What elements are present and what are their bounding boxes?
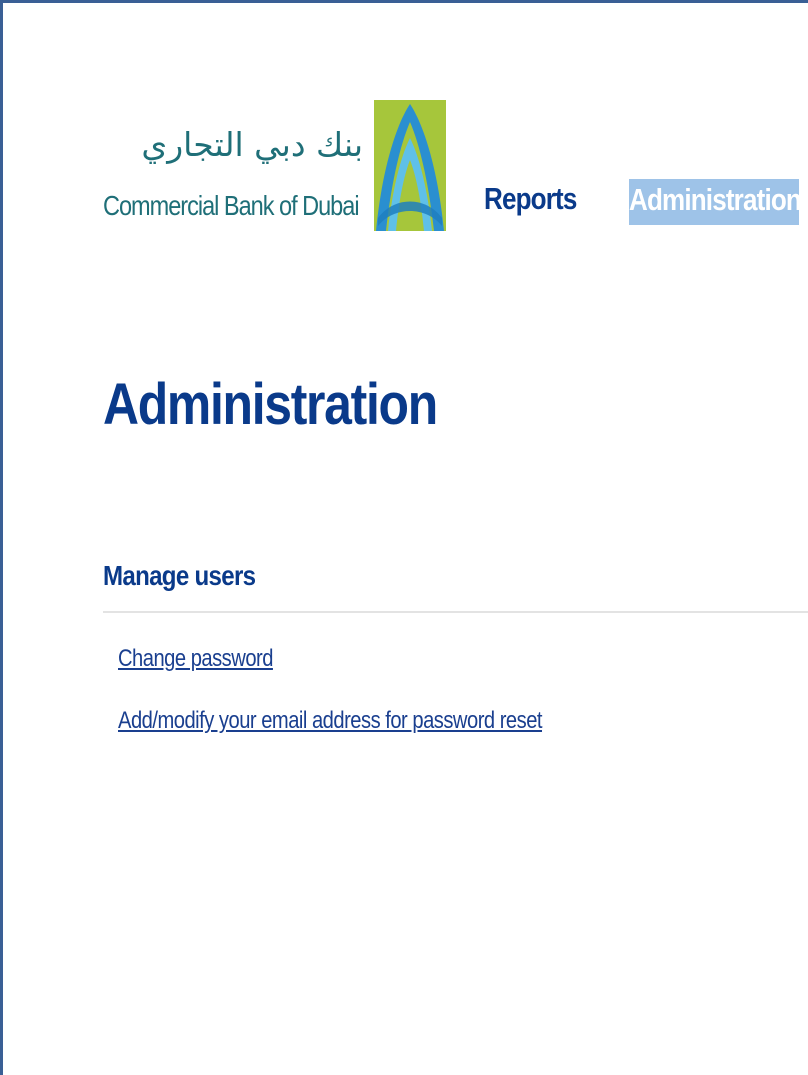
nav-administration-active[interactable]: Administration (629, 179, 799, 225)
logo-arabic-text: بنك دبي التجاري (141, 125, 363, 164)
change-password-link[interactable]: Change password (118, 645, 273, 672)
bank-logo[interactable]: بنك دبي التجاري Commercial Bank of Dubai (101, 100, 447, 232)
page-frame: بنك دبي التجاري Commercial Bank of Dubai… (0, 0, 808, 1075)
modify-email-link[interactable]: Add/modify your email address for passwo… (118, 707, 543, 734)
logo-english-text: Commercial Bank of Dubai (103, 190, 360, 221)
section-divider (103, 611, 808, 613)
nav-reports[interactable]: Reports (484, 181, 577, 217)
nav-administration-label: Administration (629, 182, 799, 217)
bank-logo-icon (374, 100, 446, 231)
page-title: Administration (103, 372, 438, 437)
section-heading-manage-users: Manage users (103, 560, 256, 591)
